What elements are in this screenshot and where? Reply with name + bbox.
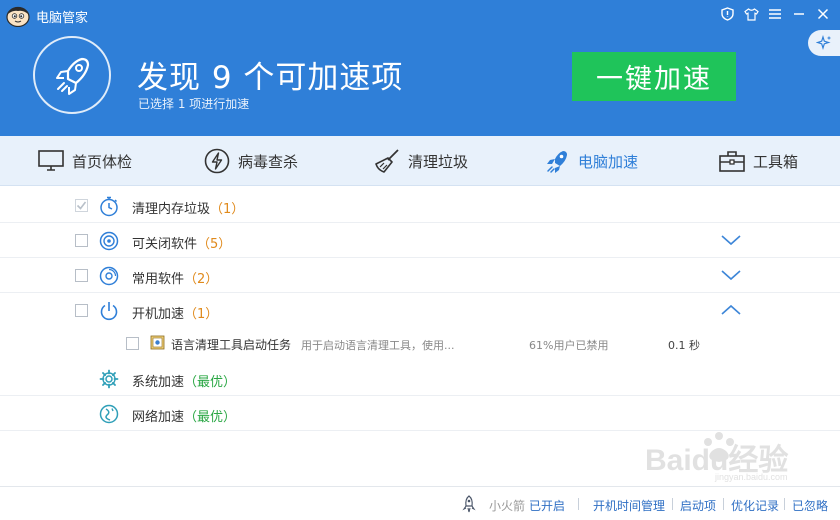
monitor-icon: [38, 150, 64, 171]
small-rocket-icon: [462, 495, 476, 513]
rocket-icon: [56, 57, 90, 95]
chevron-up-icon[interactable]: [720, 302, 742, 318]
tab-label: 工具箱: [753, 152, 799, 171]
tab-label: 首页体检: [72, 152, 133, 171]
ignored-link[interactable]: 已忽略: [792, 497, 828, 514]
startup-task-row: 语言清理工具启动任务 用于启动语言清理工具，使用... 61%用户已禁用 0.1…: [0, 326, 840, 361]
divider: [672, 498, 673, 510]
app-logo-icon: [6, 6, 30, 27]
headline: 发现 9 个可加速项: [137, 60, 404, 96]
item-status: （最优）: [184, 375, 237, 390]
tab-virus-scan[interactable]: 病毒查杀: [204, 136, 298, 186]
divider: [723, 498, 724, 510]
power-icon: [100, 302, 118, 321]
item-label: 系统加速（最优）: [132, 375, 237, 390]
divider: [578, 498, 579, 510]
sparkle-icon: [816, 35, 831, 51]
item-checkbox[interactable]: [75, 234, 88, 247]
tab-home-checkup[interactable]: 首页体检: [38, 136, 132, 186]
item-label: 清理内存垃圾（1）: [132, 202, 245, 217]
item-count: （1）: [184, 307, 219, 322]
tab-clean-junk[interactable]: 清理垃圾: [374, 136, 468, 186]
item-checkbox[interactable]: [75, 199, 88, 212]
disc-icon: [99, 266, 119, 286]
list-item-network-accelerate: 网络加速（最优）: [0, 396, 840, 431]
window-title: 电脑管家: [36, 11, 89, 26]
disabled-percentage: 61%用户已禁用: [529, 339, 609, 352]
optimize-history-link[interactable]: 优化记录: [731, 497, 779, 514]
shield-icon[interactable]: [718, 5, 736, 23]
item-count: （1）: [210, 202, 245, 217]
chevron-down-icon[interactable]: [720, 267, 742, 283]
tab-toolbox[interactable]: 工具箱: [719, 136, 798, 186]
item-count: （2）: [184, 272, 219, 287]
tab-label: 病毒查杀: [238, 152, 299, 171]
menu-icon[interactable]: [766, 5, 784, 23]
item-label: 网络加速（最优）: [132, 410, 237, 425]
selection-summary: 已选择 1 项进行加速: [138, 97, 250, 111]
startup-task-name: 语言清理工具启动任务: [171, 338, 292, 352]
item-checkbox[interactable]: [75, 269, 88, 282]
main-nav: 首页体检 病毒查杀 清理垃圾 电脑加速 工具箱: [0, 136, 840, 186]
item-label: 可关闭软件（5）: [132, 237, 232, 252]
item-checkbox[interactable]: [126, 337, 139, 350]
broom-icon: [375, 149, 399, 173]
tab-label: 电脑加速: [578, 152, 639, 171]
stopwatch-icon: [100, 196, 118, 217]
close-icon[interactable]: [814, 5, 832, 23]
lightning-icon: [204, 148, 230, 174]
svg-text:jingyan.baidu.com: jingyan.baidu.com: [714, 472, 788, 482]
chevron-down-icon[interactable]: [720, 232, 742, 248]
rocket-icon: [547, 151, 567, 173]
rocket-status-link[interactable]: 已开启: [529, 497, 565, 514]
status-footer: 小火箭 已开启 开机时间管理 启动项 优化记录 已忽略: [0, 486, 840, 520]
item-status: （最优）: [184, 410, 237, 425]
list-item-common-software[interactable]: 常用软件（2）: [0, 258, 840, 293]
target-icon: [99, 231, 119, 251]
startup-time: 0.1 秒: [668, 339, 700, 352]
baidu-watermark: Baidu经验 jingyan.baidu.com: [645, 430, 835, 482]
rocket-label: 小火箭: [489, 499, 526, 513]
startup-items-link[interactable]: 启动项: [680, 497, 716, 514]
list-item-closable-software[interactable]: 可关闭软件（5）: [0, 223, 840, 258]
tab-pc-accelerate[interactable]: 电脑加速: [544, 136, 638, 186]
item-label: 开机加速（1）: [132, 307, 219, 322]
window-controls: [718, 5, 832, 23]
skin-shirt-icon[interactable]: [742, 5, 760, 23]
rocket-badge: [33, 36, 111, 114]
sparkle-button[interactable]: [808, 30, 840, 56]
startup-task-description: 用于启动语言清理工具，使用...: [301, 339, 455, 352]
list-item-boot-accelerate[interactable]: 开机加速（1）: [0, 293, 840, 328]
list-item-memory-clean: 清理内存垃圾（1）: [0, 188, 840, 223]
gear-icon: [99, 369, 119, 389]
network-icon: [99, 404, 119, 424]
boot-time-manage-link[interactable]: 开机时间管理: [593, 497, 665, 514]
divider: [784, 498, 785, 510]
item-label: 常用软件（2）: [132, 272, 219, 287]
item-count: （5）: [197, 237, 232, 252]
list-item-system-accelerate: 系统加速（最优）: [0, 361, 840, 396]
toolbox-icon: [719, 151, 745, 172]
minimize-icon[interactable]: [790, 5, 808, 23]
header-banner: 电脑管家 发现 9 个可加速项 已选择 1 项进行加速 一键加速: [0, 0, 840, 136]
tab-label: 清理垃圾: [408, 152, 469, 171]
one-click-accelerate-button[interactable]: 一键加速: [572, 52, 736, 101]
program-file-icon: [150, 335, 165, 350]
item-checkbox[interactable]: [75, 304, 88, 317]
